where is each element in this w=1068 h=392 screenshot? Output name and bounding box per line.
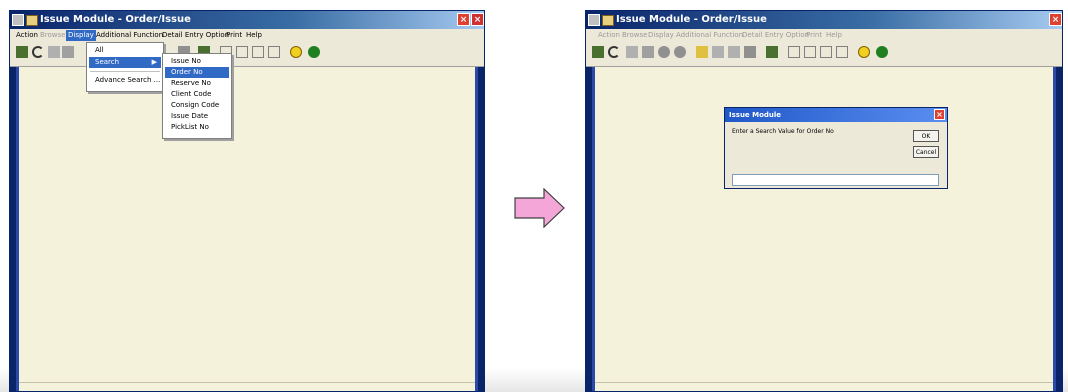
display-item-search[interactable]: Search ▶ — [89, 57, 161, 68]
left-arrow-icon[interactable] — [268, 46, 280, 58]
dialog-close-icon[interactable]: × — [934, 109, 945, 120]
help-icon[interactable] — [308, 46, 320, 58]
menu-browse[interactable]: Browse — [40, 31, 66, 39]
search-value-input[interactable] — [732, 174, 939, 186]
undo-icon[interactable] — [32, 46, 44, 58]
search-item-consign-code[interactable]: Consign Code — [165, 100, 229, 111]
left-arrow-icon[interactable] — [836, 46, 848, 58]
calculator-icon[interactable] — [696, 46, 708, 58]
display-item-advance-search[interactable]: Advance Search ... — [89, 75, 161, 86]
menu-browse[interactable]: Browse — [622, 31, 648, 39]
info-icon[interactable] — [674, 46, 686, 58]
search-item-issue-no[interactable]: Issue No — [165, 56, 229, 67]
left-toolbar — [10, 42, 484, 67]
right-window: Issue Module - Order/Issue × Action Brow… — [585, 10, 1063, 392]
down-arrow-icon[interactable] — [236, 46, 248, 58]
system-menu-icon[interactable] — [588, 14, 600, 26]
close-icon[interactable]: × — [457, 13, 470, 26]
dialog-title: Issue Module — [729, 111, 782, 119]
right-title-bar[interactable]: Issue Module - Order/Issue × — [586, 11, 1062, 29]
browse-icon[interactable] — [48, 46, 60, 58]
right-menu-bar: Action Browse Display Additional Functio… — [586, 29, 1062, 42]
window-title: Issue Module - Order/Issue — [616, 14, 767, 25]
search-item-client-code[interactable]: Client Code — [165, 89, 229, 100]
record-icon[interactable] — [62, 46, 74, 58]
outer-close-icon[interactable]: × — [471, 13, 484, 26]
menu-detail-entry-option[interactable]: Detail Entry Option — [162, 31, 229, 39]
menu-detail-entry-option[interactable]: Detail Entry Option — [742, 31, 809, 39]
save-icon[interactable] — [592, 46, 604, 58]
status-separator — [19, 382, 475, 383]
menu-divider — [90, 71, 160, 72]
smiley-icon[interactable] — [290, 46, 302, 58]
menu-print[interactable]: Print — [226, 31, 242, 39]
up-arrow-icon[interactable] — [788, 46, 800, 58]
menu-print[interactable]: Print — [806, 31, 822, 39]
save-icon[interactable] — [16, 46, 28, 58]
search-item-order-no[interactable]: Order No — [165, 67, 229, 78]
help-icon[interactable] — [876, 46, 888, 58]
menu-action[interactable]: Action — [16, 31, 38, 39]
system-menu-icon[interactable] — [12, 14, 24, 26]
right-arrow-graphic — [514, 188, 565, 228]
list-icon[interactable] — [728, 46, 740, 58]
refresh-icon[interactable] — [658, 46, 670, 58]
menu-help[interactable]: Help — [246, 31, 262, 39]
search-item-issue-date[interactable]: Issue Date — [165, 111, 229, 122]
app-icon — [26, 15, 38, 26]
submenu-arrow-icon: ▶ — [151, 58, 157, 66]
menu-additional-function[interactable]: Additional Function — [676, 31, 743, 39]
smiley-icon[interactable] — [858, 46, 870, 58]
undo-icon[interactable] — [608, 46, 620, 58]
status-separator — [595, 382, 1053, 383]
cancel-button[interactable]: Cancel — [913, 146, 939, 158]
view-icon[interactable] — [744, 46, 756, 58]
right-toolbar — [586, 42, 1062, 67]
close-icon[interactable]: × — [1049, 13, 1062, 26]
window-title: Issue Module - Order/Issue — [40, 14, 191, 25]
print-icon[interactable] — [766, 46, 778, 58]
right-arrow-icon[interactable] — [252, 46, 264, 58]
menu-help[interactable]: Help — [826, 31, 842, 39]
search-item-picklist-no[interactable]: PickList No — [165, 122, 229, 133]
search-dialog: Issue Module × Enter a Search Value for … — [724, 107, 948, 189]
left-client-area — [16, 67, 478, 391]
app-icon — [602, 15, 614, 26]
display-dropdown: All Search ▶ Advance Search ... — [86, 42, 164, 92]
menu-action[interactable]: Action — [598, 31, 620, 39]
edit-icon[interactable] — [712, 46, 724, 58]
menu-additional-function[interactable]: Additional Function — [96, 31, 163, 39]
right-arrow-icon[interactable] — [820, 46, 832, 58]
left-menu-bar: Action Browse Display Additional Functio… — [10, 29, 484, 42]
display-item-search-label: Search — [95, 58, 120, 66]
left-title-bar[interactable]: Issue Module - Order/Issue × × — [10, 11, 484, 29]
display-item-all[interactable]: All — [89, 45, 161, 56]
search-item-reserve-no[interactable]: Reserve No — [165, 78, 229, 89]
menu-display[interactable]: Display — [648, 31, 674, 39]
browse-icon[interactable] — [626, 46, 638, 58]
left-window: Issue Module - Order/Issue × × Action Br… — [9, 10, 485, 392]
ok-button[interactable]: OK — [913, 130, 939, 142]
menu-display[interactable]: Display — [66, 30, 96, 41]
search-submenu: Issue No Order No Reserve No Client Code… — [162, 53, 232, 139]
dialog-prompt: Enter a Search Value for Order No — [732, 128, 834, 135]
record-icon[interactable] — [642, 46, 654, 58]
dialog-title-bar[interactable]: Issue Module × — [725, 108, 947, 122]
down-arrow-icon[interactable] — [804, 46, 816, 58]
